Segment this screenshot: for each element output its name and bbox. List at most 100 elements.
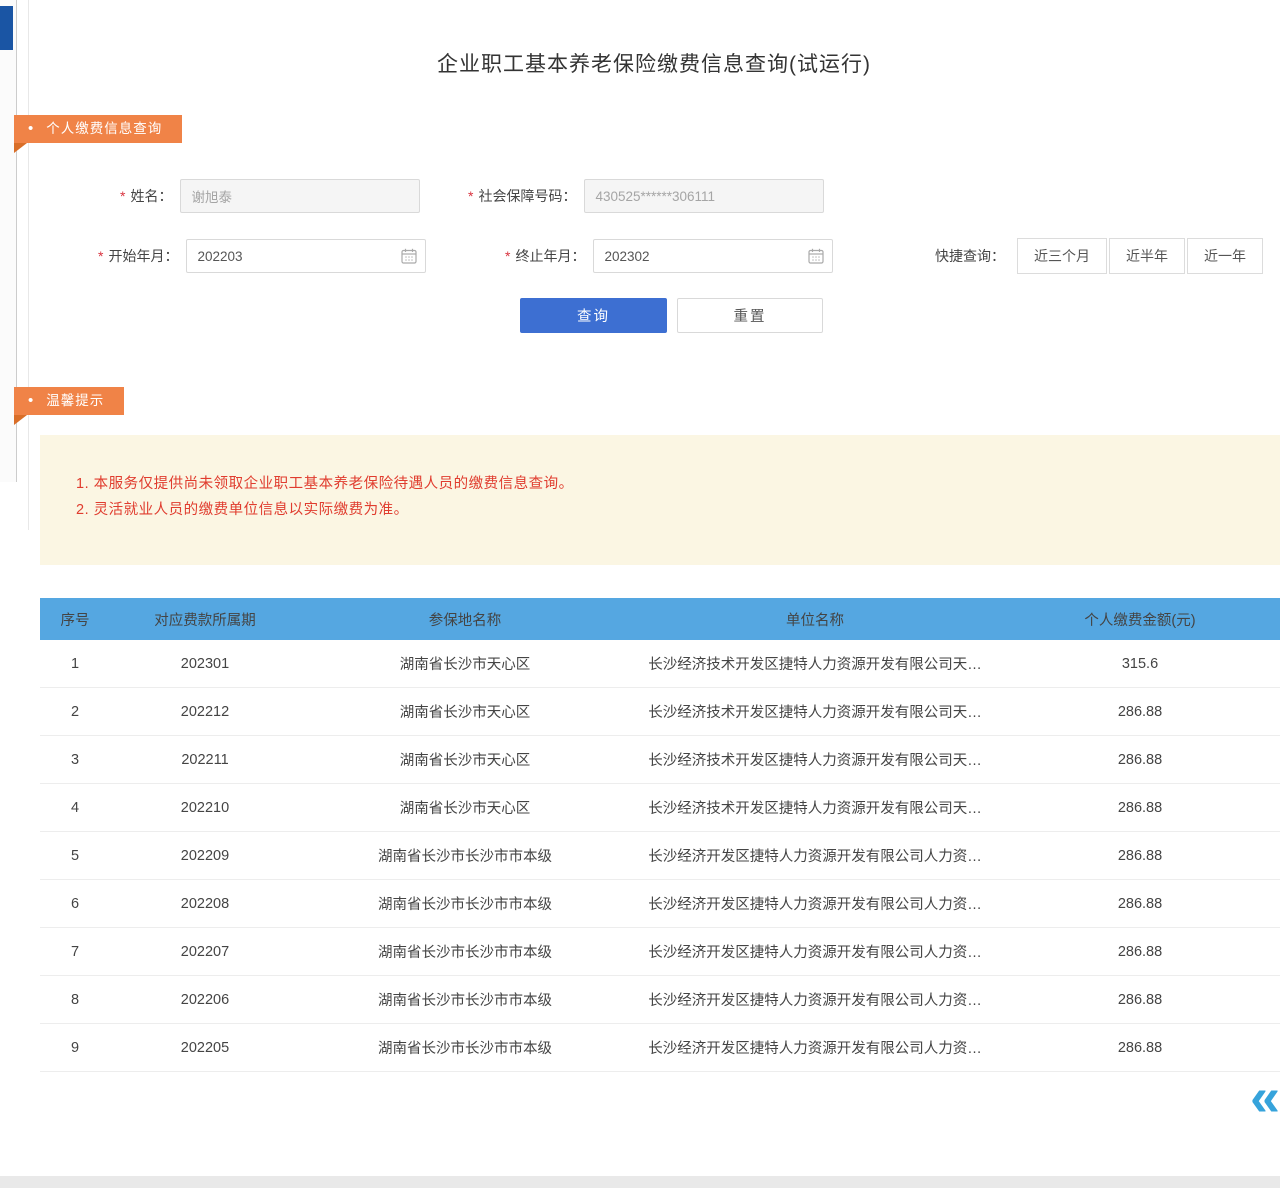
header-employer: 单位名称: [630, 598, 1000, 640]
table-header-row: 序号 对应费款所属期 参保地名称 单位名称 个人缴费金额(元): [40, 598, 1280, 640]
table-cell: 长沙经济开发区捷特人力资源开发有限公司人力资…: [630, 880, 1000, 927]
table-row: 1202301湖南省长沙市天心区长沙经济技术开发区捷特人力资源开发有限公司天…3…: [40, 640, 1280, 688]
reset-button[interactable]: 重置: [677, 298, 823, 333]
table-cell: 286.88: [1000, 784, 1280, 831]
sidebar-blue-tab[interactable]: [0, 6, 13, 50]
table-cell: 202210: [110, 784, 300, 831]
end-month-input[interactable]: [593, 239, 833, 273]
table-cell: 315.6: [1000, 640, 1280, 687]
table-cell: 286.88: [1000, 880, 1280, 927]
table-cell: 长沙经济技术开发区捷特人力资源开发有限公司天…: [630, 640, 1000, 687]
quick-query-3months-button[interactable]: 近三个月: [1017, 238, 1107, 274]
table-cell: 1: [40, 640, 110, 687]
required-mark: *: [98, 248, 103, 264]
bullet-icon: •: [28, 120, 34, 137]
quick-query-1year-button[interactable]: 近一年: [1187, 238, 1263, 274]
page: 企业职工基本养老保险缴费信息查询(试运行) • 个人缴费信息查询 * 姓名： * 社会…: [0, 0, 1280, 1188]
table-cell: 长沙经济开发区捷特人力资源开发有限公司人力资…: [630, 1024, 1000, 1071]
badge-fold-decoration: [14, 143, 27, 153]
table-cell: 7: [40, 928, 110, 975]
table-row: 8202206湖南省长沙市长沙市市本级长沙经济开发区捷特人力资源开发有限公司人力…: [40, 976, 1280, 1024]
badge-fold-decoration: [14, 415, 27, 425]
table-row: 3202211湖南省长沙市天心区长沙经济技术开发区捷特人力资源开发有限公司天…2…: [40, 736, 1280, 784]
table-cell: 202301: [110, 640, 300, 687]
table-cell: 286.88: [1000, 928, 1280, 975]
table-row: 7202207湖南省长沙市长沙市市本级长沙经济开发区捷特人力资源开发有限公司人力…: [40, 928, 1280, 976]
table-cell: 4: [40, 784, 110, 831]
header-period: 对应费款所属期: [110, 598, 300, 640]
name-input[interactable]: [180, 179, 420, 213]
table-row: 4202210湖南省长沙市天心区长沙经济技术开发区捷特人力资源开发有限公司天…2…: [40, 784, 1280, 832]
table-row: 6202208湖南省长沙市长沙市市本级长沙经济开发区捷特人力资源开发有限公司人力…: [40, 880, 1280, 928]
table-cell: 长沙经济开发区捷特人力资源开发有限公司人力资…: [630, 976, 1000, 1023]
table-cell: 286.88: [1000, 976, 1280, 1023]
table-cell: 9: [40, 1024, 110, 1071]
quick-query-group: 快捷查询： 近三个月 近半年 近一年: [935, 238, 1263, 274]
tip-line: 1. 本服务仅提供尚未领取企业职工基本养老保险待遇人员的缴费信息查询。: [76, 471, 1280, 497]
table-cell: 3: [40, 736, 110, 783]
ssn-label: 社会保障号码：: [478, 188, 576, 204]
table-cell: 长沙经济开发区捷特人力资源开发有限公司人力资…: [630, 928, 1000, 975]
table-cell: 202209: [110, 832, 300, 879]
ssn-input[interactable]: [584, 179, 824, 213]
bullet-icon: •: [28, 392, 34, 409]
results-table: 序号 对应费款所属期 参保地名称 单位名称 个人缴费金额(元) 1202301湖…: [40, 598, 1280, 1072]
ssn-field-group: * 社会保障号码：: [468, 178, 824, 214]
name-label: 姓名：: [130, 188, 172, 204]
table-cell: 湖南省长沙市天心区: [300, 640, 630, 687]
table-cell: 202206: [110, 976, 300, 1023]
table-cell: 202211: [110, 736, 300, 783]
header-amount: 个人缴费金额(元): [1000, 598, 1280, 640]
required-mark: *: [468, 188, 473, 204]
section-badge-tips: • 温馨提示: [14, 387, 124, 415]
table-cell: 6: [40, 880, 110, 927]
header-seq: 序号: [40, 598, 110, 640]
name-field-group: * 姓名：: [120, 178, 420, 214]
table-cell: 长沙经济开发区捷特人力资源开发有限公司人力资…: [630, 832, 1000, 879]
table-row: 5202209湖南省长沙市长沙市市本级长沙经济开发区捷特人力资源开发有限公司人力…: [40, 832, 1280, 880]
table-cell: 湖南省长沙市长沙市市本级: [300, 880, 630, 927]
tip-line: 2. 灵活就业人员的缴费单位信息以实际缴费为准。: [76, 497, 1280, 523]
table-cell: 5: [40, 832, 110, 879]
header-insured-place: 参保地名称: [300, 598, 630, 640]
start-month-input[interactable]: [186, 239, 426, 273]
quick-query-halfyear-button[interactable]: 近半年: [1109, 238, 1185, 274]
end-month-group: * 终止年月：: [505, 238, 833, 274]
section-badge-personal-payment-query: • 个人缴费信息查询: [14, 115, 182, 143]
table-cell: 202207: [110, 928, 300, 975]
query-button[interactable]: 查询: [520, 298, 667, 333]
table-cell: 湖南省长沙市天心区: [300, 784, 630, 831]
quick-query-label: 快捷查询：: [935, 246, 1005, 266]
table-cell: 湖南省长沙市长沙市市本级: [300, 832, 630, 879]
table-cell: 湖南省长沙市长沙市市本级: [300, 1024, 630, 1071]
table-cell: 2: [40, 688, 110, 735]
panel-divider: [28, 0, 29, 530]
table-cell: 286.88: [1000, 1024, 1280, 1071]
table-cell: 湖南省长沙市长沙市市本级: [300, 976, 630, 1023]
table-cell: 长沙经济技术开发区捷特人力资源开发有限公司天…: [630, 784, 1000, 831]
table-cell: 8: [40, 976, 110, 1023]
table-cell: 湖南省长沙市天心区: [300, 688, 630, 735]
table-cell: 202208: [110, 880, 300, 927]
table-cell: 286.88: [1000, 832, 1280, 879]
table-cell: 286.88: [1000, 688, 1280, 735]
table-cell: 长沙经济技术开发区捷特人力资源开发有限公司天…: [630, 736, 1000, 783]
table-cell: 湖南省长沙市长沙市市本级: [300, 928, 630, 975]
table-cell: 202212: [110, 688, 300, 735]
section-badge-label: 温馨提示: [46, 393, 104, 408]
bottom-edge: [0, 1176, 1280, 1188]
table-cell: 长沙经济技术开发区捷特人力资源开发有限公司天…: [630, 688, 1000, 735]
start-month-group: * 开始年月：: [98, 238, 426, 274]
collapse-left-icon[interactable]: «: [1250, 1070, 1280, 1124]
start-month-label: 开始年月：: [108, 248, 178, 264]
table-cell: 202205: [110, 1024, 300, 1071]
table-row: 2202212湖南省长沙市天心区长沙经济技术开发区捷特人力资源开发有限公司天…2…: [40, 688, 1280, 736]
required-mark: *: [505, 248, 510, 264]
page-title: 企业职工基本养老保险缴费信息查询(试运行): [28, 48, 1280, 78]
section-badge-label: 个人缴费信息查询: [46, 121, 162, 136]
end-month-label: 终止年月：: [515, 248, 585, 264]
tips-panel: 1. 本服务仅提供尚未领取企业职工基本养老保险待遇人员的缴费信息查询。 2. 灵…: [40, 435, 1280, 565]
table-body: 1202301湖南省长沙市天心区长沙经济技术开发区捷特人力资源开发有限公司天…3…: [40, 640, 1280, 1072]
table-cell: 湖南省长沙市天心区: [300, 736, 630, 783]
required-mark: *: [120, 188, 125, 204]
